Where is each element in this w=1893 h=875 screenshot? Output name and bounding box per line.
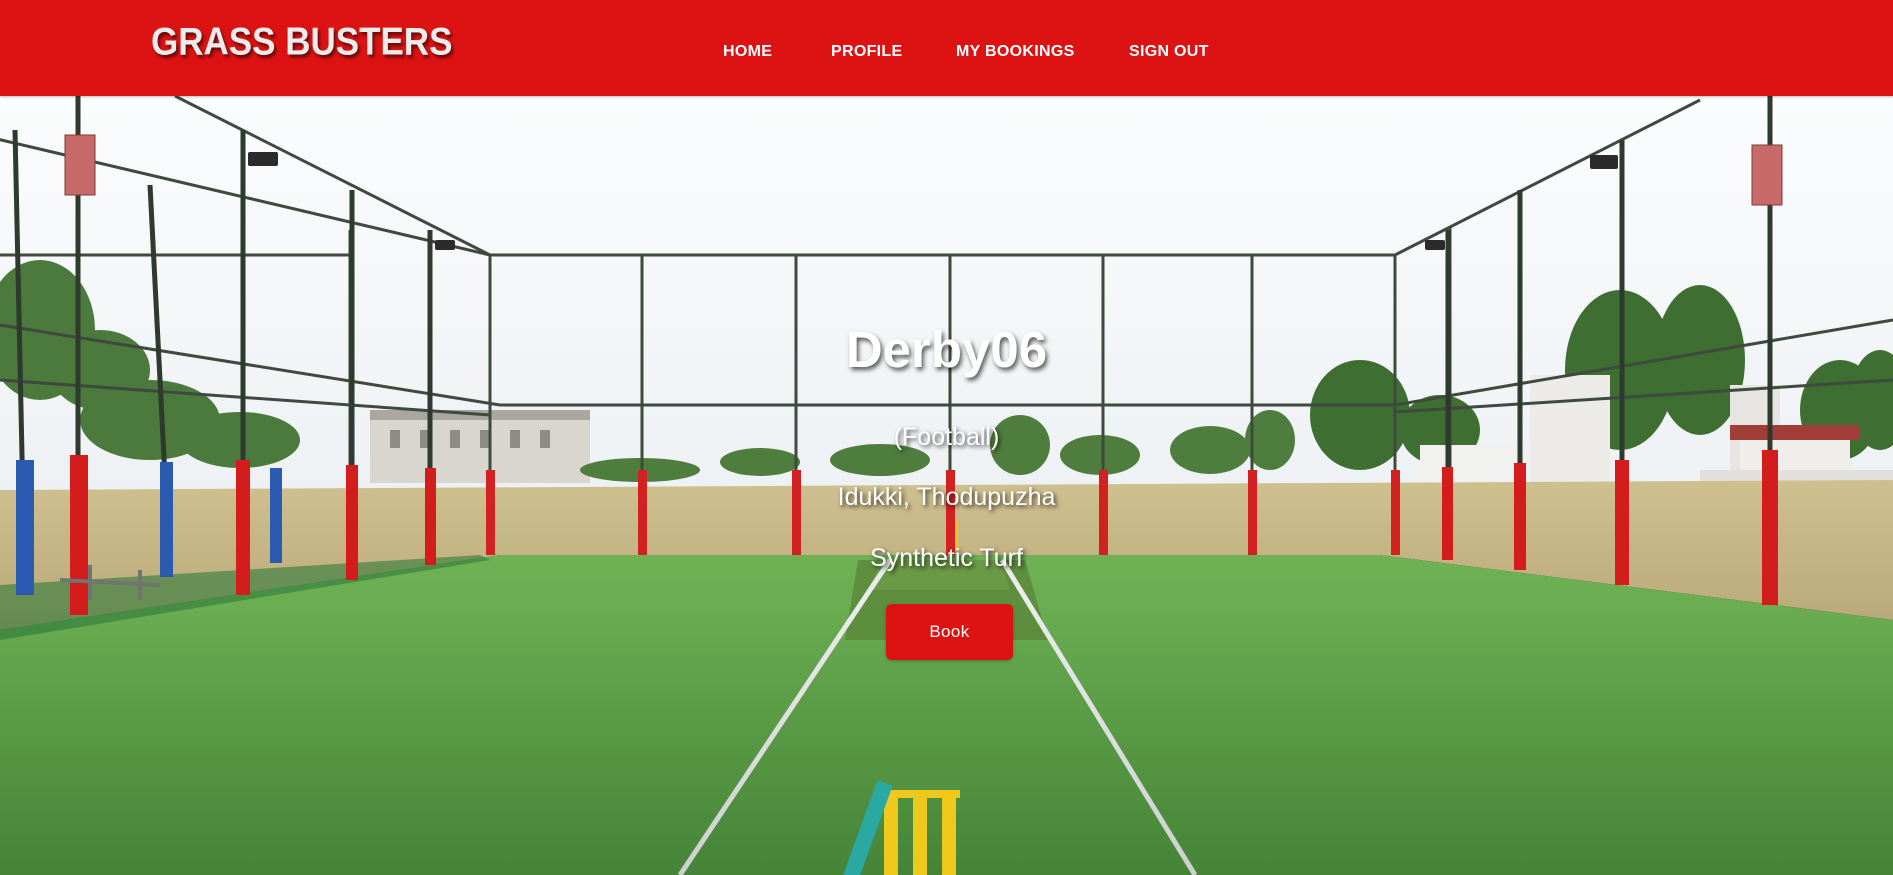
venue-surface: Synthetic Turf: [870, 544, 1023, 572]
brand-logo[interactable]: GRASS BUSTERS: [151, 20, 452, 65]
nav-home[interactable]: HOME: [723, 43, 772, 61]
nav-my-bookings[interactable]: MY BOOKINGS: [956, 43, 1075, 61]
top-navbar: GRASS BUSTERS HOME PROFILE MY BOOKINGS S…: [0, 0, 1893, 96]
book-button[interactable]: Book: [886, 604, 1013, 660]
nav-profile[interactable]: PROFILE: [831, 43, 902, 61]
venue-hero: Derby06 (Football) Idukki, Thodupuzha Sy…: [0, 96, 1893, 875]
page: GRASS BUSTERS HOME PROFILE MY BOOKINGS S…: [0, 0, 1893, 875]
nav-sign-out[interactable]: SIGN OUT: [1129, 43, 1209, 61]
venue-name: Derby06: [845, 321, 1048, 378]
venue-location: Idukki, Thodupuzha: [837, 483, 1056, 511]
venue-sport: (Football): [893, 423, 1000, 451]
